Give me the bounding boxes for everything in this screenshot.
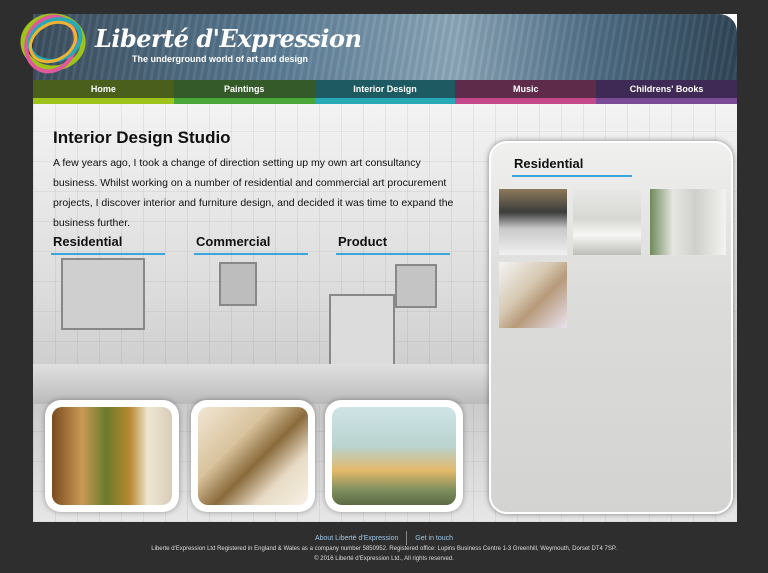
nav-interior-design[interactable]: Interior Design xyxy=(314,80,456,104)
sketch-floor xyxy=(33,364,493,404)
thumb-product-image xyxy=(332,407,456,505)
footer-separator xyxy=(406,531,408,545)
gallery-title: Residential xyxy=(514,156,584,171)
category-product-label: Product xyxy=(338,234,388,249)
thumb-commercial[interactable] xyxy=(191,400,315,512)
nav-childrens-books-label: Childrens' Books xyxy=(629,84,704,94)
gallery-image-kitchen-bar[interactable] xyxy=(650,189,726,255)
footer-links: About Liberté d'Expression Get in touch xyxy=(0,531,768,545)
gallery-title-underline xyxy=(512,175,632,177)
category-product-underline xyxy=(336,253,450,255)
thumb-residential-image xyxy=(52,407,172,505)
category-commercial-underline xyxy=(194,253,308,255)
footer-link-contact[interactable]: Get in touch xyxy=(409,535,459,542)
nav-childrens-books[interactable]: Childrens' Books xyxy=(596,80,737,104)
category-residential[interactable]: Residential xyxy=(51,234,165,255)
gallery-image-kitchen-island[interactable] xyxy=(573,189,641,255)
brand-tagline: The underground world of art and design xyxy=(132,54,308,64)
category-product[interactable]: Product xyxy=(336,234,450,255)
category-commercial-label: Commercial xyxy=(196,234,271,249)
sketch-wall-painting xyxy=(395,264,437,308)
thumb-product[interactable] xyxy=(325,400,463,512)
nav-home-label: Home xyxy=(90,84,116,94)
brand-name[interactable]: Liberté d'Expression xyxy=(95,24,362,53)
gallery-image-floor-plan[interactable] xyxy=(499,262,567,328)
thumb-residential[interactable] xyxy=(45,400,179,512)
category-residential-underline xyxy=(51,253,165,255)
footer-link-about[interactable]: About Liberté d'Expression xyxy=(309,535,404,542)
nav-music[interactable]: Music xyxy=(455,80,597,104)
nav-interior-design-label: Interior Design xyxy=(353,84,417,94)
nav-paintings[interactable]: Paintings xyxy=(173,80,315,104)
footer-registration: Liberte d'Expression Ltd Registered in E… xyxy=(151,546,617,552)
sketch-painting-small xyxy=(219,262,257,306)
intro-paragraph: A few years ago, I took a change of dire… xyxy=(53,157,454,229)
nav-home[interactable]: Home xyxy=(33,80,174,104)
gallery-image-kitchen-hob[interactable] xyxy=(499,189,567,255)
brand-logo[interactable] xyxy=(17,6,89,78)
page-title: Interior Design Studio xyxy=(53,128,231,147)
sketch-horse-painting xyxy=(61,258,145,330)
main-nav: Home Paintings Interior Design Music Chi… xyxy=(33,80,737,104)
footer-copyright: © 2016 Liberté d'Expression Ltd., All ri… xyxy=(314,556,454,562)
thumb-commercial-image xyxy=(198,407,308,505)
category-commercial[interactable]: Commercial xyxy=(194,234,308,255)
category-residential-label: Residential xyxy=(53,234,123,249)
nav-paintings-label: Paintings xyxy=(223,84,265,94)
nav-music-label: Music xyxy=(513,84,539,94)
